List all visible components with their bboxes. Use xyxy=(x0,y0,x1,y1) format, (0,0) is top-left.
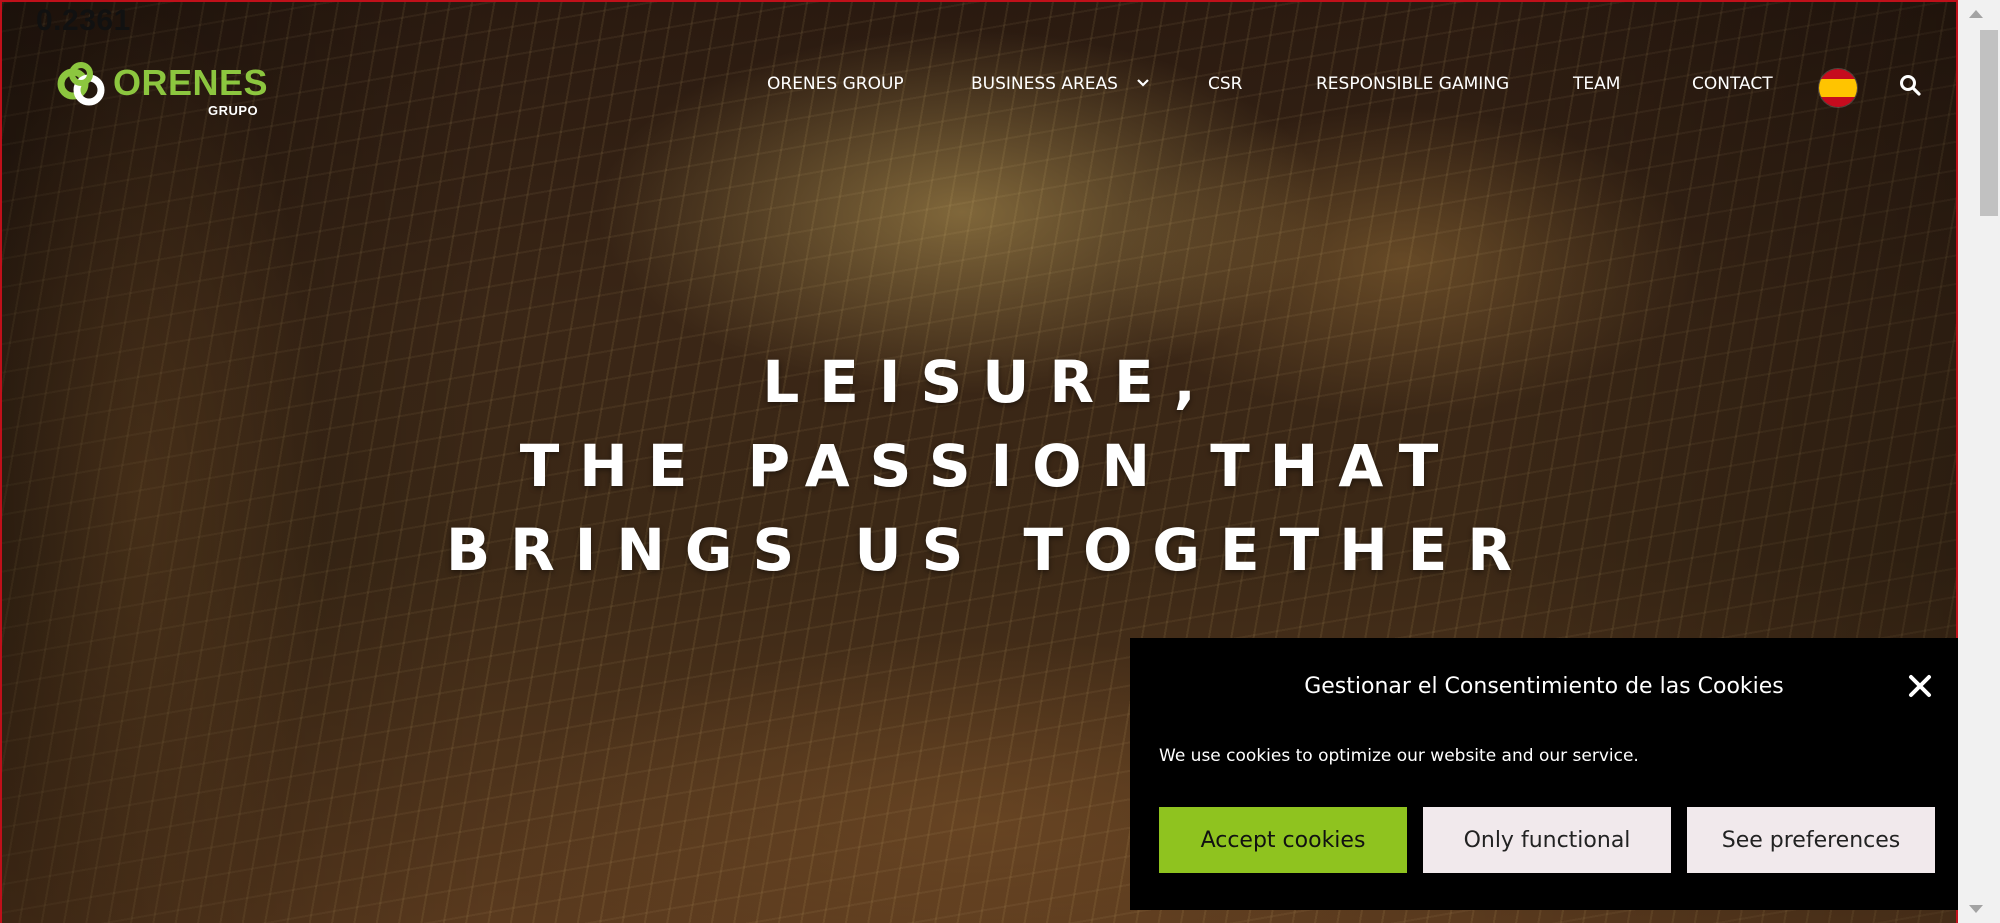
search-icon xyxy=(1900,75,1921,96)
chevron-down-icon xyxy=(1137,79,1150,87)
nav-item-business-areas[interactable]: BUSINESS AREAS xyxy=(971,74,1150,94)
accept-cookies-button[interactable]: Accept cookies xyxy=(1159,807,1407,873)
orenes-logo-mark-icon xyxy=(57,62,105,106)
cookie-consent-banner: Gestionar el Consentimiento de las Cooki… xyxy=(1130,638,1958,910)
hero-headline-line-3: BRINGS US TOGETHER xyxy=(445,516,1533,584)
cookie-banner-message: We use cookies to optimize our website a… xyxy=(1159,746,1639,766)
nav-item-contact[interactable]: CONTACT xyxy=(1692,74,1773,94)
see-preferences-button[interactable]: See preferences xyxy=(1687,807,1935,873)
vertical-scrollbar[interactable] xyxy=(1958,0,2000,923)
nav-item-business-areas-label: BUSINESS AREAS xyxy=(971,74,1118,94)
scroll-up-arrow-icon[interactable] xyxy=(1969,10,1983,18)
only-functional-button[interactable]: Only functional xyxy=(1423,807,1671,873)
orenes-logo[interactable]: ORENES GRUPO xyxy=(56,58,269,122)
nav-item-orenes-group[interactable]: ORENES GROUP xyxy=(767,74,904,94)
score-readout: 0.2361 xyxy=(36,4,131,37)
logo-subtitle: GRUPO xyxy=(208,103,259,118)
scroll-down-arrow-icon[interactable] xyxy=(1969,905,1983,913)
cookie-close-button[interactable] xyxy=(1908,674,1932,702)
nav-item-team[interactable]: TEAM xyxy=(1573,74,1620,94)
spain-flag-icon[interactable] xyxy=(1819,69,1857,107)
close-icon xyxy=(1909,675,1931,697)
nav-item-responsible-gaming[interactable]: RESPONSIBLE GAMING xyxy=(1316,74,1509,94)
scrollbar-thumb[interactable] xyxy=(1980,30,1998,216)
logo-wordmark: ORENES xyxy=(113,62,269,103)
nav-item-csr[interactable]: CSR xyxy=(1208,74,1242,94)
hero-headline: LEISURE, THE PASSION THAT BRINGS US TOGE… xyxy=(0,340,1958,592)
search-button[interactable] xyxy=(1899,74,1921,100)
hero-headline-line-1: LEISURE, xyxy=(762,348,1216,416)
cookie-banner-title: Gestionar el Consentimiento de las Cooki… xyxy=(1304,674,1784,699)
hero-headline-line-2: THE PASSION THAT xyxy=(519,432,1459,500)
